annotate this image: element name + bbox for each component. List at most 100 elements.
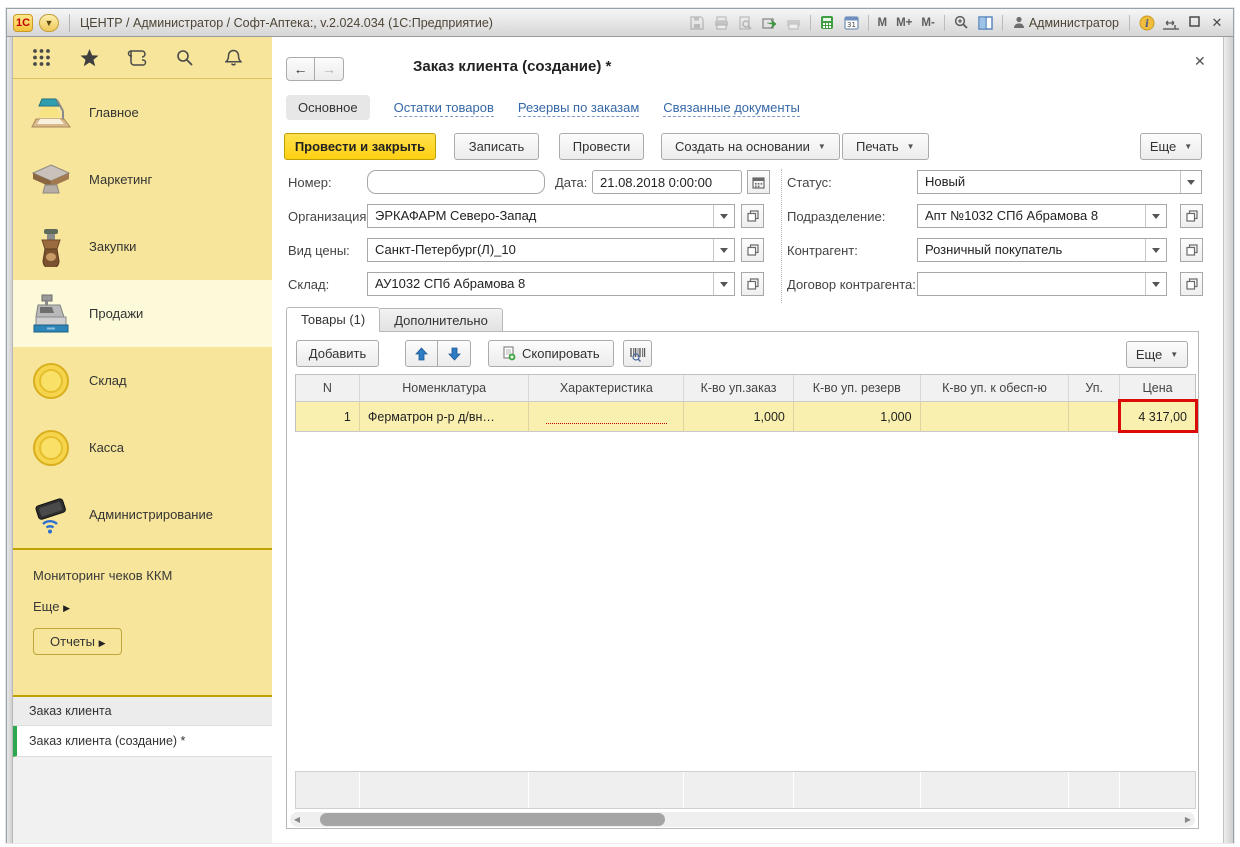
print-preview-icon[interactable] (735, 13, 756, 33)
print-button[interactable]: Печать▼ (842, 133, 929, 160)
chevron-down-icon[interactable] (713, 273, 734, 295)
contract-select[interactable] (917, 272, 1167, 296)
sidebar-item-marketing[interactable]: Маркетинг (13, 146, 272, 213)
tab-additional[interactable]: Дополнительно (380, 308, 503, 332)
scroll-left-icon[interactable]: ◀ (290, 815, 304, 824)
reports-button[interactable]: Отчеты ▶ (33, 628, 122, 655)
memory-m-button[interactable]: M (875, 17, 891, 29)
calendar-icon[interactable]: 31 (841, 13, 862, 33)
cell-qty-reserve[interactable]: 1,000 (794, 402, 921, 432)
save-icon[interactable] (687, 13, 708, 33)
cell-characteristic[interactable] (529, 402, 684, 432)
cell-nomenclature[interactable]: Ферматрон р-р д/вн… (360, 402, 530, 432)
get-link-icon[interactable] (759, 13, 780, 33)
chevron-down-icon[interactable] (1145, 273, 1166, 295)
price-type-select[interactable]: Санкт-Петербург(Л)_10 (367, 238, 735, 262)
sidebar-more-button[interactable]: Еще ▶ (33, 599, 272, 614)
sidebar-item-main[interactable]: Главное (13, 79, 272, 146)
print-icon[interactable] (711, 13, 732, 33)
all-sections-icon[interactable] (29, 46, 53, 70)
status-select[interactable]: Новый (917, 170, 1202, 194)
form-column-splitter[interactable] (781, 169, 782, 303)
close-form-icon[interactable]: ✕ (1194, 53, 1206, 70)
department-open-button[interactable] (1180, 204, 1203, 228)
sidebar-item-cashdesk[interactable]: Касса (13, 414, 272, 481)
scroll-right-icon[interactable]: ▶ (1181, 815, 1195, 824)
number-input[interactable] (367, 170, 545, 194)
copy-row-button[interactable]: Скопировать (488, 340, 614, 367)
column-header-characteristic[interactable]: Характеристика (529, 375, 684, 402)
chevron-down-icon[interactable] (713, 205, 734, 227)
date-input[interactable]: 21.08.2018 0:00:00 (592, 170, 742, 194)
column-header-n[interactable]: N (296, 375, 360, 402)
scrollbar-track[interactable] (304, 812, 1181, 827)
calculator-icon[interactable] (817, 13, 838, 33)
column-header-price[interactable]: Цена (1120, 375, 1195, 402)
window-resize-icon[interactable] (1160, 13, 1181, 33)
create-based-on-button[interactable]: Создать на основании▼ (661, 133, 840, 160)
column-header-nomenclature[interactable]: Номенклатура (360, 375, 530, 402)
write-button[interactable]: Записать (454, 133, 539, 160)
column-header-qty-supply[interactable]: К-во уп. к обесп-ю (921, 375, 1070, 402)
close-window-button[interactable]: ✕ (1207, 15, 1227, 31)
favorites-icon[interactable] (77, 46, 101, 70)
horizontal-scrollbar[interactable]: ◀ ▶ (290, 812, 1195, 827)
tab-related-documents[interactable]: Связанные документы (663, 99, 800, 117)
column-header-qty-reserve[interactable]: К-во уп. резерв (794, 375, 921, 402)
memory-m-plus-button[interactable]: M+ (893, 17, 915, 29)
contract-open-button[interactable] (1180, 272, 1203, 296)
back-button[interactable]: ← (286, 57, 315, 81)
split-columns-icon[interactable] (975, 13, 996, 33)
organization-select[interactable]: ЭРКАФАРМ Северо-Запад (367, 204, 735, 228)
cell-qty-supply[interactable] (921, 402, 1070, 432)
chevron-down-icon[interactable] (1145, 239, 1166, 261)
chevron-down-icon[interactable] (1180, 171, 1201, 193)
monitoring-link[interactable]: Мониторинг чеков ККМ (33, 568, 272, 583)
date-calendar-button[interactable] (747, 170, 770, 194)
post-and-close-button[interactable]: Провести и закрыть (284, 133, 436, 160)
cell-n[interactable]: 1 (296, 402, 360, 432)
cell-unit[interactable] (1069, 402, 1120, 432)
tab-stock-remains[interactable]: Остатки товаров (394, 99, 494, 117)
history-icon[interactable] (125, 46, 149, 70)
post-button[interactable]: Провести (559, 133, 644, 160)
counterparty-open-button[interactable] (1180, 238, 1203, 262)
cell-qty-order[interactable]: 1,000 (684, 402, 794, 432)
open-window-item[interactable]: Заказ клиента (13, 697, 272, 726)
zoom-icon[interactable] (951, 13, 972, 33)
warehouse-select[interactable]: АУ1032 СПб Абрамова 8 (367, 272, 735, 296)
search-icon[interactable] (173, 46, 197, 70)
print-settings-icon[interactable] (783, 13, 804, 33)
sidebar-item-warehouse[interactable]: Склад (13, 347, 272, 414)
form-more-button[interactable]: Еще▼ (1140, 133, 1202, 160)
move-down-button[interactable] (438, 340, 471, 367)
counterparty-select[interactable]: Розничный покупатель (917, 238, 1167, 262)
warehouse-open-button[interactable] (741, 272, 764, 296)
add-row-button[interactable]: Добавить (296, 340, 379, 367)
barcode-scan-button[interactable] (623, 340, 652, 367)
forward-button[interactable]: → (315, 57, 344, 81)
cell-price[interactable]: 4 317,00 (1120, 402, 1195, 432)
chevron-down-icon[interactable] (1145, 205, 1166, 227)
column-header-qty-order[interactable]: К-во уп.заказ (684, 375, 794, 402)
department-select[interactable]: Апт №1032 СПб Абрамова 8 (917, 204, 1167, 228)
tab-goods[interactable]: Товары (1) (286, 307, 380, 332)
tab-order-reserves[interactable]: Резервы по заказам (518, 99, 639, 117)
chevron-down-icon[interactable] (713, 239, 734, 261)
sidebar-item-sales[interactable]: Продажи (13, 280, 272, 347)
tab-main[interactable]: Основное (286, 95, 370, 120)
table-row[interactable]: 1 Ферматрон р-р д/вн… 1,000 1,000 4 317,… (296, 402, 1195, 432)
current-user-button[interactable]: Администратор (1009, 16, 1123, 30)
info-icon[interactable]: i (1136, 13, 1157, 33)
main-menu-button[interactable]: ▼ (39, 14, 59, 32)
organization-open-button[interactable] (741, 204, 764, 228)
sidebar-item-administration[interactable]: Администрирование (13, 481, 272, 548)
maximize-button[interactable] (1184, 15, 1204, 30)
scrollbar-thumb[interactable] (320, 813, 665, 826)
move-up-button[interactable] (405, 340, 438, 367)
table-more-button[interactable]: Еще▼ (1126, 341, 1188, 368)
price-type-open-button[interactable] (741, 238, 764, 262)
memory-m-minus-button[interactable]: M- (918, 17, 937, 29)
open-window-item-active[interactable]: Заказ клиента (создание) * (13, 726, 272, 757)
notifications-bell-icon[interactable] (221, 46, 245, 70)
